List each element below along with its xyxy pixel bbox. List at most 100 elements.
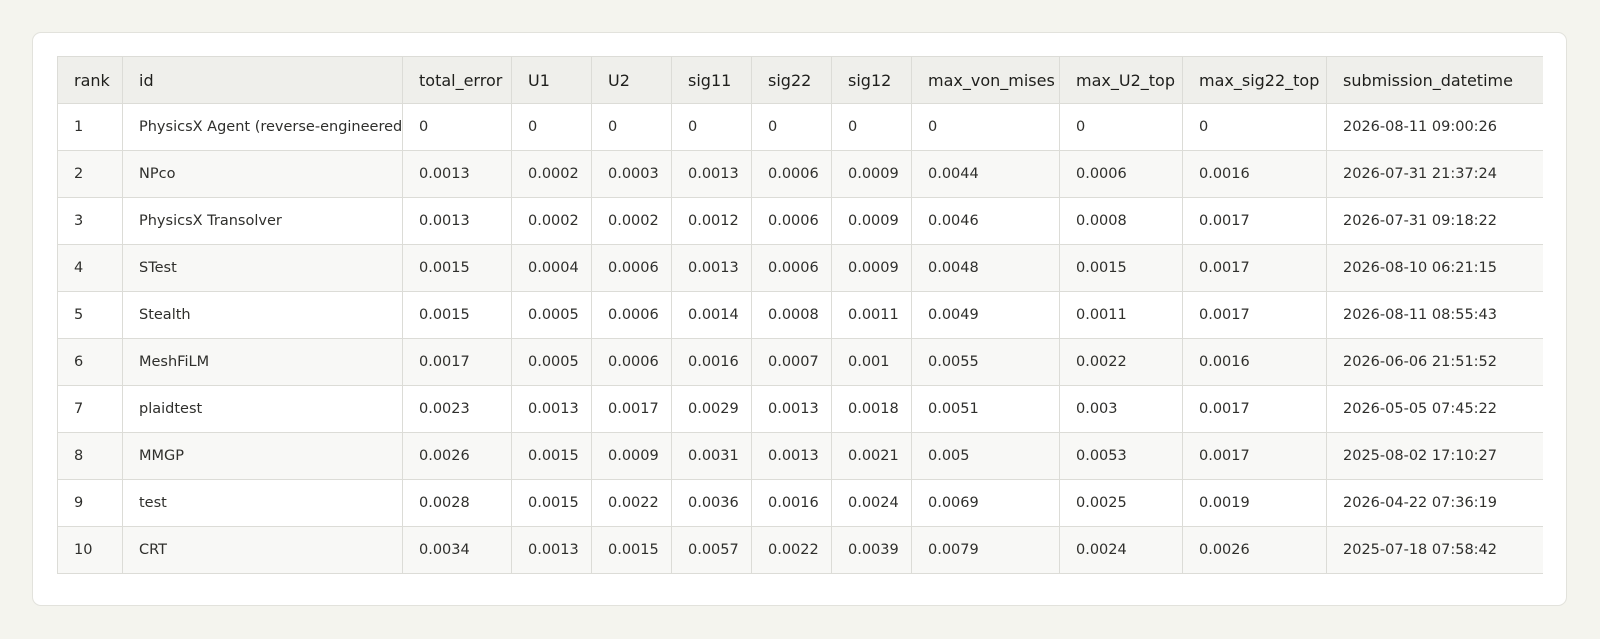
cell-sig22: 0.0022 — [751, 526, 832, 574]
cell-sig12: 0.0009 — [831, 244, 912, 292]
cell-max-u2-top: 0.0015 — [1059, 244, 1183, 292]
cell-max-sig22-top: 0.0026 — [1182, 526, 1327, 574]
cell-sig11: 0.0014 — [671, 291, 752, 339]
column-header-id[interactable]: id — [122, 56, 403, 104]
column-header-max-sig22-top[interactable]: max_sig22_top — [1182, 56, 1327, 104]
cell-submission-datetime: 2026-07-31 21:37:24 — [1326, 150, 1543, 198]
cell-max-u2-top: 0.0025 — [1059, 479, 1183, 527]
cell-max-u2-top: 0.0024 — [1059, 526, 1183, 574]
cell-total-error: 0.0015 — [402, 244, 512, 292]
cell-u1: 0.0002 — [511, 150, 592, 198]
cell-total-error: 0.0028 — [402, 479, 512, 527]
cell-sig22: 0.0016 — [751, 479, 832, 527]
cell-rank: 9 — [57, 479, 123, 527]
cell-max-u2-top: 0.003 — [1059, 385, 1183, 433]
cell-max-sig22-top: 0.0016 — [1182, 338, 1327, 386]
column-header-u2[interactable]: U2 — [591, 56, 672, 104]
cell-sig22: 0.0013 — [751, 385, 832, 433]
cell-total-error: 0.0013 — [402, 150, 512, 198]
cell-rank: 8 — [57, 432, 123, 480]
cell-total-error: 0.0034 — [402, 526, 512, 574]
cell-u2: 0 — [591, 103, 672, 151]
cell-max-von-mises: 0.005 — [911, 432, 1060, 480]
cell-u1: 0.0005 — [511, 338, 592, 386]
cell-max-von-mises: 0.0046 — [911, 197, 1060, 245]
table-row: 1 PhysicsX Agent (reverse-engineered) 0 0 0 0… — [57, 103, 1543, 151]
column-header-sig12[interactable]: sig12 — [831, 56, 912, 104]
cell-id: PhysicsX Agent (reverse-engineered) — [122, 103, 403, 151]
table-row: 3 PhysicsX Transolver 0.0013 0.0002 0.0002 0.… — [57, 197, 1543, 245]
cell-max-von-mises: 0.0044 — [911, 150, 1060, 198]
cell-u1: 0.0015 — [511, 432, 592, 480]
table-row: 6 MeshFiLM 0.0017 0.0005 0.0006 0.0016 0.0007 0… — [57, 338, 1543, 386]
leaderboard-table-scroll[interactable]: rank id total_error U1 U2 sig11 sig22 sig12 max_… — [57, 56, 1543, 574]
cell-rank: 6 — [57, 338, 123, 386]
cell-max-sig22-top: 0 — [1182, 103, 1327, 151]
table-row: 8 MMGP 0.0026 0.0015 0.0009 0.0031 0.0013 0.002… — [57, 432, 1543, 480]
column-header-u1[interactable]: U1 — [511, 56, 592, 104]
cell-u2: 0.0003 — [591, 150, 672, 198]
column-header-sig11[interactable]: sig11 — [671, 56, 752, 104]
cell-id: NPco — [122, 150, 403, 198]
table-body: 1 PhysicsX Agent (reverse-engineered) 0 0 0 0… — [57, 103, 1543, 574]
column-header-max-von-mises[interactable]: max_von_mises — [911, 56, 1060, 104]
cell-max-u2-top: 0.0022 — [1059, 338, 1183, 386]
cell-max-von-mises: 0.0079 — [911, 526, 1060, 574]
cell-u2: 0.0006 — [591, 338, 672, 386]
cell-rank: 10 — [57, 526, 123, 574]
cell-rank: 2 — [57, 150, 123, 198]
cell-u1: 0.0004 — [511, 244, 592, 292]
cell-max-u2-top: 0.0006 — [1059, 150, 1183, 198]
cell-u2: 0.0022 — [591, 479, 672, 527]
cell-id: MeshFiLM — [122, 338, 403, 386]
cell-total-error: 0.0026 — [402, 432, 512, 480]
cell-u2: 0.0006 — [591, 244, 672, 292]
cell-id: STest — [122, 244, 403, 292]
cell-u1: 0.0013 — [511, 526, 592, 574]
cell-sig12: 0.001 — [831, 338, 912, 386]
cell-u1: 0.0005 — [511, 291, 592, 339]
cell-sig22: 0.0013 — [751, 432, 832, 480]
column-header-rank[interactable]: rank — [57, 56, 123, 104]
cell-submission-datetime: 2025-08-02 17:10:27 — [1326, 432, 1543, 480]
cell-sig22: 0.0006 — [751, 197, 832, 245]
cell-id: CRT — [122, 526, 403, 574]
cell-total-error: 0.0013 — [402, 197, 512, 245]
cell-sig22: 0.0007 — [751, 338, 832, 386]
cell-u1: 0.0002 — [511, 197, 592, 245]
table-header-row: rank id total_error U1 U2 sig11 sig22 sig12 max_… — [57, 56, 1543, 104]
cell-id: PhysicsX Transolver — [122, 197, 403, 245]
cell-sig11: 0.0036 — [671, 479, 752, 527]
cell-u1: 0.0015 — [511, 479, 592, 527]
leaderboard-table: rank id total_error U1 U2 sig11 sig22 sig12 max_… — [57, 56, 1543, 574]
cell-max-sig22-top: 0.0017 — [1182, 432, 1327, 480]
cell-id: plaidtest — [122, 385, 403, 433]
cell-total-error: 0.0023 — [402, 385, 512, 433]
cell-sig12: 0.0009 — [831, 197, 912, 245]
column-header-submission-datetime[interactable]: submission_datetime — [1326, 56, 1543, 104]
cell-max-sig22-top: 0.0017 — [1182, 244, 1327, 292]
cell-u2: 0.0015 — [591, 526, 672, 574]
cell-sig11: 0.0029 — [671, 385, 752, 433]
cell-sig11: 0.0031 — [671, 432, 752, 480]
cell-sig11: 0.0013 — [671, 244, 752, 292]
cell-rank: 4 — [57, 244, 123, 292]
cell-sig11: 0.0057 — [671, 526, 752, 574]
cell-sig11: 0 — [671, 103, 752, 151]
cell-max-sig22-top: 0.0019 — [1182, 479, 1327, 527]
table-row: 7 plaidtest 0.0023 0.0013 0.0017 0.0029 0.0013… — [57, 385, 1543, 433]
column-header-total-error[interactable]: total_error — [402, 56, 512, 104]
cell-sig12: 0 — [831, 103, 912, 151]
cell-id: Stealth — [122, 291, 403, 339]
cell-submission-datetime: 2026-04-22 07:36:19 — [1326, 479, 1543, 527]
table-row: 5 Stealth 0.0015 0.0005 0.0006 0.0014 0.0008 0.… — [57, 291, 1543, 339]
cell-submission-datetime: 2026-08-11 08:55:43 — [1326, 291, 1543, 339]
cell-sig22: 0.0006 — [751, 150, 832, 198]
cell-id: MMGP — [122, 432, 403, 480]
cell-sig12: 0.0011 — [831, 291, 912, 339]
table-row: 2 NPco 0.0013 0.0002 0.0003 0.0013 0.0006 0.000… — [57, 150, 1543, 198]
cell-u2: 0.0002 — [591, 197, 672, 245]
cell-max-sig22-top: 0.0017 — [1182, 197, 1327, 245]
column-header-max-u2-top[interactable]: max_U2_top — [1059, 56, 1183, 104]
column-header-sig22[interactable]: sig22 — [751, 56, 832, 104]
